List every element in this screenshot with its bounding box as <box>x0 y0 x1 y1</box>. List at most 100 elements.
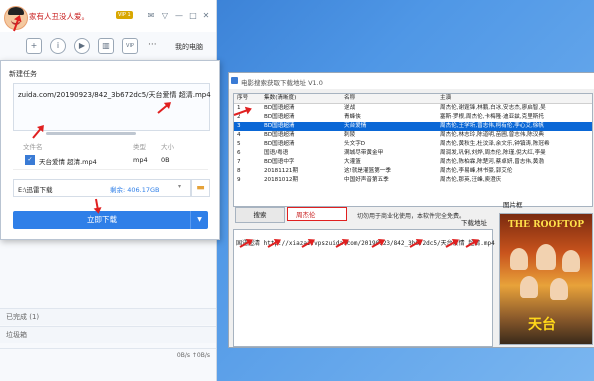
table-cell: 20181121期 <box>264 168 299 174</box>
poster-label: 图片框 <box>503 201 523 209</box>
table-cell: BD国语超清 <box>264 141 295 147</box>
table-row[interactable]: 3 BD国语超清 天台爱情 周杰伦,王学圻,曾志伟,柯有伦,李心艾,徐帆 <box>234 122 592 131</box>
col-cast: 主演 <box>440 95 452 101</box>
table-row[interactable]: 6 国语/粤语 满城尽带黄金甲 周润发,巩俐,刘烨,周杰伦,陈瑾,倪大红,李曼 <box>234 149 592 158</box>
table-cell: 青蜂侠 <box>344 114 361 120</box>
window-title: 电影搜索获取下载地址 V1.0 <box>241 79 323 87</box>
minimize-icon[interactable]: — <box>174 11 184 21</box>
table-cell: 周杰伦,陈柏霖,陈楚河,蔡卓妍,曾志伟,黄渤 <box>440 159 544 165</box>
file-name: 天台爱情 超清.mp4 <box>39 158 97 166</box>
col-type: 类型 <box>133 143 146 151</box>
url-text: zuida.com/20190923/842_3b672dc5/天台爱情 超清.… <box>18 91 211 99</box>
dialog-title: 新建任务 <box>9 70 37 78</box>
poster-figure <box>520 276 538 298</box>
trash-icon[interactable]: ▥ <box>98 38 114 54</box>
table-cell: BD国语超清 <box>264 123 295 129</box>
vip-icon[interactable]: VIP <box>122 38 138 54</box>
table-cell: BD国语超清 <box>264 114 295 120</box>
search-button[interactable]: 搜索 <box>235 207 285 223</box>
col-name: 名称 <box>344 95 356 101</box>
my-computer-button[interactable]: 我的电脑 <box>175 42 203 52</box>
table-cell: 逆战 <box>344 105 356 111</box>
table-cell: 周杰伦,谢霆锋,林鹏,白冰,安志杰,廖启智,吴 <box>440 105 546 111</box>
play-icon[interactable]: ▶ <box>74 38 90 54</box>
table-header: 序号 集数(清晰度) 名称 主演 <box>234 94 592 104</box>
table-row[interactable]: 4 BD国语超清 刺陵 周杰伦,林志玲,陈道明,苗圃,曾志伟,陈汉典 <box>234 131 592 140</box>
table-cell: 7 <box>237 159 241 165</box>
poster-figure <box>510 248 528 270</box>
table-cell: 国语/粤语 <box>264 150 289 156</box>
table-cell: BD国语超清 <box>264 132 295 138</box>
table-row[interactable]: 1 BD国语超清 逆战 周杰伦,谢霆锋,林鹏,白冰,安志杰,廖启智,吴 <box>234 104 592 113</box>
results-table[interactable]: 序号 集数(清晰度) 名称 主演 1 BD国语超清 逆战 周杰伦,谢霆锋,林鹏,白冰,… <box>233 93 593 207</box>
info-icon[interactable]: i <box>50 38 66 54</box>
table-row[interactable]: 8 20181121期 这!就是灌篮第一季 周杰伦,李易峰,林书豪,郭艾伦 <box>234 167 592 176</box>
download-now-button[interactable]: 立即下载 ▼ <box>13 211 208 229</box>
table-cell: 20181012期 <box>264 177 299 183</box>
table-cell: 周杰伦,黄秋生,杜汶泽,余文乐,钟镇涛,陈冠希 <box>440 141 550 147</box>
download-link-textarea[interactable]: 国语超清 http://xiazai.vpszuida.com/20190923… <box>233 229 495 347</box>
table-cell: 大灌篮 <box>344 159 361 165</box>
notice-text: 切勿用于商业化使用，本软件完全免费。 <box>357 213 466 220</box>
chevron-down-icon[interactable]: ▾ <box>178 183 181 190</box>
close-icon[interactable]: ✕ <box>201 11 211 21</box>
trash-item[interactable]: 垃圾箱 <box>0 326 216 343</box>
file-type: mp4 <box>133 156 148 164</box>
url-scrollbar[interactable] <box>46 132 136 135</box>
table-cell: 这!就是灌篮第一季 <box>344 168 391 174</box>
table-cell: 6 <box>237 150 241 156</box>
col-episode: 集数(清晰度) <box>264 95 297 101</box>
link-label: 下载地址 <box>461 219 487 227</box>
table-row[interactable]: 9 20181012期 中国好声音第五季 周杰伦,那英,汪峰,庾澄庆 <box>234 176 592 185</box>
free-space: 剩余: 406.17GB <box>110 186 160 194</box>
poster-chinese-title: 天台 <box>528 317 556 333</box>
table-cell: 塞斯·罗根,周杰伦,卡梅隆·迪亚兹,克里斯托 <box>440 114 544 120</box>
col-filename: 文件名 <box>23 143 43 151</box>
username[interactable]: 家有人丑没人爱。 <box>29 11 89 22</box>
folder-icon[interactable]: ▬ <box>191 179 210 197</box>
col-index: 序号 <box>237 95 249 101</box>
table-cell: 周杰伦,那英,汪峰,庾澄庆 <box>440 177 502 183</box>
notification-icon[interactable]: ✉ <box>146 11 156 21</box>
table-cell: 9 <box>237 177 241 183</box>
table-cell: BD国语中字 <box>264 159 295 165</box>
menu-dropdown-icon[interactable]: ▽ <box>160 11 170 21</box>
speed-readout: 0B/s ↑0B/s <box>176 352 210 359</box>
table-row[interactable]: 2 BD国语超清 青蜂侠 塞斯·罗根,周杰伦,卡梅隆·迪亚兹,克里斯托 <box>234 113 592 122</box>
table-cell: 5 <box>237 141 241 147</box>
table-cell: 3 <box>237 123 241 129</box>
poster-title: THE ROOFTOP <box>507 220 585 230</box>
chevron-down-icon[interactable]: ▼ <box>190 211 208 229</box>
table-cell: 周杰伦,李易峰,林书豪,郭艾伦 <box>440 168 513 174</box>
table-cell: 满城尽带黄金甲 <box>344 150 384 156</box>
table-row[interactable]: 5 BD国语超清 头文字D 周杰伦,黄秋生,杜汶泽,余文乐,钟镇涛,陈冠希 <box>234 140 592 149</box>
more-icon[interactable]: ··· <box>148 40 157 50</box>
table-cell: 4 <box>237 132 241 138</box>
table-cell: 2 <box>237 114 241 120</box>
table-cell: BD国语超清 <box>264 105 295 111</box>
status-bar: 0B/s ↑0B/s <box>0 348 216 361</box>
movie-search-window: 电影搜索获取下载地址 V1.0 序号 集数(清晰度) 名称 主演 1 BD国语超清… <box>228 72 594 348</box>
table-cell: 周杰伦,林志玲,陈道明,苗圃,曾志伟,陈汉典 <box>440 132 544 138</box>
table-cell: 头文字D <box>344 141 366 147</box>
col-size: 大小 <box>161 143 174 151</box>
table-cell: 周润发,巩俐,刘烨,周杰伦,陈瑾,倪大红,李曼 <box>440 150 546 156</box>
search-input[interactable]: 周杰伦 <box>287 207 347 221</box>
movie-poster: THE ROOFTOP 天台 <box>499 213 593 345</box>
poster-figure <box>536 244 556 270</box>
thunder-toolbar: + i ▶ ▥ VIP ··· 我的电脑 <box>0 34 216 56</box>
file-checkbox[interactable]: ✓ <box>25 155 35 165</box>
table-cell: 中国好声音第五季 <box>344 177 389 183</box>
plus-icon[interactable]: + <box>26 38 42 54</box>
completed-item[interactable]: 已完成 (1) <box>0 308 216 325</box>
vip-badge[interactable]: VIP 1 <box>116 11 133 19</box>
table-row[interactable]: 7 BD国语中字 大灌篮 周杰伦,陈柏霖,陈楚河,蔡卓妍,曾志伟,黄渤 <box>234 158 592 167</box>
maximize-icon[interactable]: □ <box>188 11 198 21</box>
table-cell: 8 <box>237 168 241 174</box>
save-path-field[interactable]: E:\迅雷下载 剩余: 406.17GB ▾ <box>13 179 191 197</box>
poster-figure <box>550 278 568 300</box>
table-cell: 周杰伦,王学圻,曾志伟,柯有伦,李心艾,徐帆 <box>440 123 544 129</box>
file-row[interactable]: ✓ 天台爱情 超清.mp4 mp4 0B <box>13 151 208 170</box>
download-label: 立即下载 <box>87 215 117 224</box>
table-cell: 天台爱情 <box>344 123 367 129</box>
